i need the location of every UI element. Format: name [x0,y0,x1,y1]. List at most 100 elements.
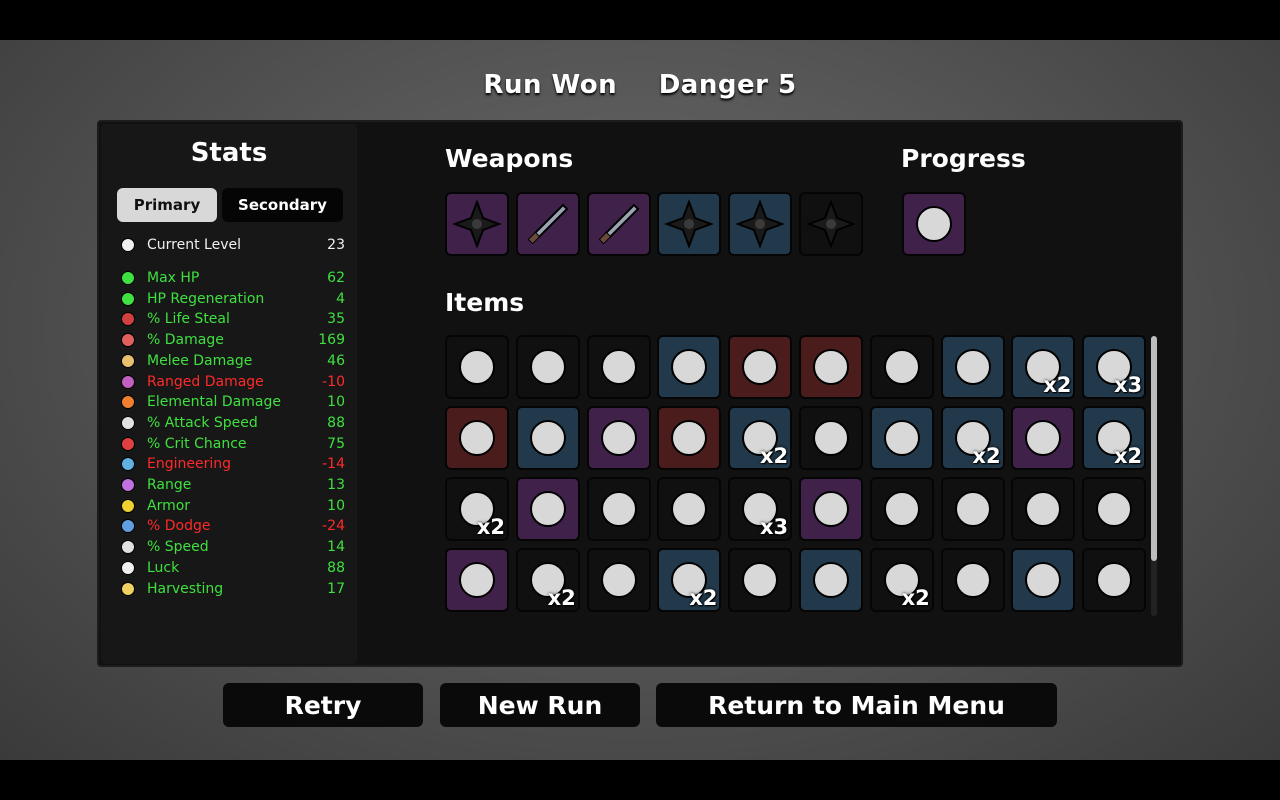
wrench-tool-slot[interactable]: x2 [940,406,1005,470]
items-scrollbar[interactable] [1151,336,1157,616]
duck-slot[interactable] [799,406,863,470]
stat-row: Engineering -14 [119,454,345,474]
worm-slot[interactable] [869,477,934,541]
shuriken-slot[interactable] [799,192,863,256]
cash-icon [735,555,785,605]
crystal-slot[interactable] [799,477,863,541]
mortar-slot[interactable] [1011,406,1076,470]
knife-slot[interactable] [515,192,580,256]
snake-slot[interactable] [586,335,651,399]
item-quantity: x2 [689,586,718,610]
stat-label: % Crit Chance [147,435,247,452]
tab-primary[interactable]: Primary [117,188,217,222]
helmet-slot[interactable] [1082,477,1147,541]
worm-icon [877,484,927,534]
vial-icon [452,413,502,463]
fairy-slot[interactable]: x2 [515,548,580,612]
horned-head-slot[interactable] [902,192,966,256]
stat-label: % Dodge [147,518,211,535]
stat-row: % Crit Chance 75 [119,434,345,454]
ghost-face-slot[interactable] [940,548,1005,612]
new-run-button[interactable]: New Run [440,683,640,727]
tooth-slot[interactable] [657,477,722,541]
run-summary-panel: Stats Primary Secondary Current Level 23 M… [97,120,1183,667]
bucket-slot[interactable] [586,477,651,541]
turret-icon [523,413,573,463]
masked-spider-icon [664,342,714,392]
angel-bulb-icon [452,555,502,605]
syringe-slot[interactable]: x2 [869,548,934,612]
green-knife-icon [594,199,644,249]
bandaged-head-slot[interactable] [1082,548,1147,612]
items-scroll-thumb[interactable] [1151,336,1157,561]
heart-icon [119,270,137,286]
red-glove-slot[interactable] [940,477,1005,541]
wheat-icon [119,581,137,597]
bullet-slot[interactable]: x2 [657,548,722,612]
knife-icon [523,199,573,249]
bat-slot[interactable]: x3 [728,477,793,541]
stat-label: Luck [147,559,180,576]
wolf-head-slot[interactable] [799,335,863,399]
angel-bulb-slot[interactable] [445,548,509,612]
egg-slot[interactable] [445,335,509,399]
run-result: Run Won [483,70,618,100]
stone-icon [948,342,998,392]
rat-slot[interactable] [515,477,580,541]
cash-slot[interactable] [728,548,793,612]
mushroom-slot[interactable] [586,548,651,612]
stat-value: 46 [327,352,345,369]
stat-value: 88 [327,414,345,431]
item-quantity: x2 [476,515,505,539]
glasses-slot[interactable] [799,548,863,612]
sword-icon [119,353,137,369]
claws-slot[interactable]: x3 [1082,335,1147,399]
stat-row: Max HP 62 [119,268,345,288]
hedgehog-slot[interactable]: x2 [445,477,509,541]
shuriken-slot[interactable] [728,192,793,256]
stat-value: 10 [327,497,345,514]
bunny-slot[interactable] [1011,548,1076,612]
bandage-hand-slot[interactable] [657,406,722,470]
vial-slot[interactable] [445,406,509,470]
stat-label: Elemental Damage [147,394,281,411]
alchemy-slot[interactable] [586,406,651,470]
stat-value: 13 [327,477,345,493]
cake-slice-slot[interactable] [869,335,934,399]
necklace-slot[interactable]: x2 [1011,335,1076,399]
main-menu-button[interactable]: Return to Main Menu [656,683,1057,727]
tentacle-slot[interactable]: x2 [1082,406,1147,470]
stat-label: Current Level [147,237,241,253]
stat-row: % Damage 169 [119,330,345,350]
stat-label: Ranged Damage [147,373,264,390]
shuriken-slot[interactable] [445,192,509,256]
tab-secondary[interactable]: Secondary [222,188,343,222]
stat-row: Harvesting 17 [119,579,345,599]
boot-icon [119,539,137,555]
scroll-slot[interactable]: x2 [728,406,793,470]
item-quantity: x3 [1114,373,1143,397]
item-quantity: x2 [547,586,576,610]
red-glove-icon [948,484,998,534]
hamster-slot[interactable] [1011,477,1076,541]
rat-icon [523,484,573,534]
green-knife-slot[interactable] [586,192,651,256]
retry-button[interactable]: Retry [223,683,423,727]
turret-slot[interactable] [515,406,580,470]
shuriken-icon [806,199,856,249]
masked-spider-slot[interactable] [657,335,722,399]
machine-slot[interactable] [869,406,934,470]
shuriken-slot[interactable] [657,192,722,256]
binoculars-slot[interactable] [728,335,793,399]
stat-value: 17 [327,580,345,597]
bunny-icon [1018,555,1068,605]
stat-value: 4 [336,290,345,307]
egg-icon [452,342,502,392]
coffee-cup-slot[interactable] [515,335,580,399]
dice-icon [119,560,137,576]
stat-label: % Speed [147,539,209,556]
stat-row: % Speed 14 [119,537,345,557]
item-quantity: x2 [1114,444,1143,468]
stone-slot[interactable] [940,335,1005,399]
stat-label: % Damage [147,332,224,349]
